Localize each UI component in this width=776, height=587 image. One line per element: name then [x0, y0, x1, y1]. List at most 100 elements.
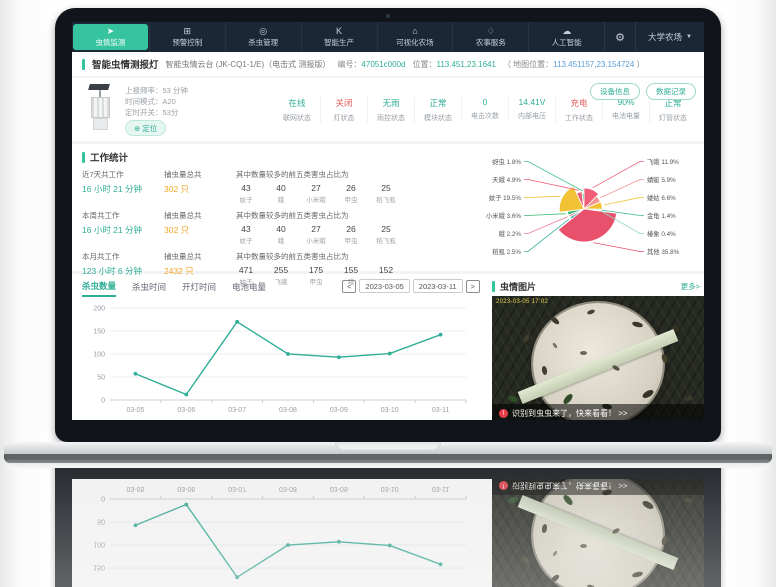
device-status-card: 上报频率：53 分钟 时间模式：A20 定时开关：53分 ⊕ 定位 在线联网状态… — [72, 78, 704, 144]
trap-camera-image[interactable]: 2023-03-05 17:02 ! 识别到虫虫来了，快来看看！ >> 2023… — [492, 296, 704, 420]
status-value: 关闭 — [321, 97, 367, 109]
status-col: 在线联网状态 — [274, 97, 320, 123]
device-title: 智能虫情测报灯 — [92, 57, 159, 71]
pest-photo-panel: 虫情图片 更多> 2023-03-05 17:02 ! 识别到虫虫 — [492, 274, 704, 420]
laptop-base-bottom — [4, 463, 772, 469]
laptop-thumb-notch — [335, 442, 441, 451]
nav-tab-4[interactable]: ⌂可视化农场 — [377, 22, 453, 52]
device-code: 编号：47051c000d — [337, 59, 405, 70]
chart-tab-2[interactable]: 开灯时间 — [182, 281, 216, 296]
chart-tab-0[interactable]: 杀虫数量 — [82, 280, 116, 297]
laptop-groove — [4, 454, 772, 463]
status-col: 0电击次数 — [461, 97, 508, 121]
nav-tab-1[interactable]: ⊞预警控制 — [149, 22, 225, 52]
laptop-reflection: ➤虫情监测⊞预警控制◎杀虫管理K智能生产⌂可视化农场♢农事服务☁人工智能 ⚙ 大… — [50, 468, 726, 587]
device-info: 上报频率：53 分钟 时间模式：A20 定时开关：53分 ⊕ 定位 — [125, 83, 188, 141]
nav-tab-label: 智能生产 — [324, 37, 354, 48]
nav-tab-3[interactable]: K智能生产 — [301, 22, 377, 52]
nav-tab-5[interactable]: ♢农事服务 — [452, 22, 528, 52]
insect-blob — [684, 497, 694, 504]
svg-text:0: 0 — [101, 398, 105, 405]
settings-gear-icon[interactable]: ⚙ — [604, 22, 635, 52]
laptop-base-top — [4, 442, 772, 454]
svg-text:天蛾 4.9%: 天蛾 4.9% — [492, 175, 521, 184]
insect-blob — [580, 351, 587, 355]
svg-text:03-10: 03-10 — [381, 407, 399, 414]
svg-text:03-06: 03-06 — [177, 485, 195, 492]
svg-text:03-09: 03-09 — [330, 485, 348, 492]
svg-text:03-05: 03-05 — [126, 485, 144, 492]
nav-tab-label: 虫情监测 — [95, 37, 125, 48]
svg-text:蛾 2.2%: 蛾 2.2% — [499, 229, 522, 238]
svg-text:150: 150 — [93, 329, 105, 336]
date-from-field[interactable]: 2023-03-05 — [359, 279, 409, 293]
catch-total: 捕虫量总共302 只 — [164, 210, 236, 245]
insect-counts: 43蚊子40蛾27小米蛾26甲虫25稻飞虱 — [236, 224, 478, 245]
svg-text:150: 150 — [93, 564, 105, 571]
device-info-line: 上报频率：53 分钟 — [125, 85, 188, 96]
device-info-line: 定时开关：53分 — [125, 107, 188, 118]
top-insects: 其中数量较多的前五类害虫占比为43蚊子40蛾27小米蛾26甲虫25稻飞虱 — [236, 169, 478, 204]
dashboard-screen: ➤虫情监测⊞预警控制◎杀虫管理K智能生产⌂可视化农场♢农事服务☁人工智能 ⚙ 大… — [72, 479, 704, 587]
alert-icon: ! — [499, 409, 508, 418]
svg-text:稻虱 2.5%: 稻虱 2.5% — [492, 247, 521, 256]
insect-blob — [632, 571, 644, 579]
next-date-button[interactable]: > — [466, 280, 480, 293]
svg-text:其他 35.8%: 其他 35.8% — [647, 247, 680, 256]
device-photo — [86, 84, 116, 130]
insect-count-item: 25稻飞虱 — [376, 183, 396, 204]
pest-pie-chart: 蚜虫 1.8%天蛾 4.9%蚊子 19.5%小米蛾 3.6%蛾 2.2%稻虱 2… — [466, 152, 702, 264]
svg-text:03-10: 03-10 — [381, 485, 399, 492]
user-dropdown[interactable]: 大学农场 ▼ — [635, 22, 704, 52]
insect-count-item: 40蛾 — [271, 224, 291, 245]
status-value: 14.41V — [509, 97, 555, 107]
alert-text[interactable]: 识别到虫虫来了，快来看看！ >> — [512, 408, 628, 419]
svg-text:蚜虫 1.8%: 蚜虫 1.8% — [492, 157, 521, 166]
prev-date-button[interactable]: < — [342, 280, 356, 293]
date-to-field[interactable]: 2023-03-11 — [413, 279, 463, 293]
trap-plate-bar — [518, 495, 679, 570]
svg-text:蚊子 19.5%: 蚊子 19.5% — [489, 193, 522, 202]
svg-text:03-06: 03-06 — [177, 407, 195, 414]
pest-photo-panel: 虫情图片 更多> 2023-03-05 17:02 ! 识别到虫虫 — [492, 479, 704, 587]
nav-tab-icon: K — [336, 26, 342, 36]
locate-button[interactable]: ⊕ 定位 — [125, 120, 166, 136]
work-stat-row: 近7天共工作16 小时 21 分钟捕虫量总共302 只其中数量较多的前五类害虫占… — [82, 169, 478, 204]
device-subtitle: 智能虫情云台 (JK-CQ1-1/E)（电击式 测报版） — [166, 59, 331, 70]
status-col: 14.41V内部电压 — [508, 97, 555, 121]
more-link[interactable]: 更多> — [681, 281, 700, 292]
status-label: 灯状态 — [321, 113, 367, 123]
svg-text:03-07: 03-07 — [228, 485, 246, 492]
svg-text:椿象 0.4%: 椿象 0.4% — [647, 229, 676, 238]
device-info-line: 时间模式：A20 — [125, 96, 188, 107]
laptop-base — [4, 442, 772, 469]
device-body — [91, 97, 110, 118]
nav-tab-2[interactable]: ◎杀虫管理 — [225, 22, 301, 52]
svg-text:金龟 1.4%: 金龟 1.4% — [647, 211, 676, 220]
insect-blob — [552, 550, 558, 557]
status-label: 模块状态 — [415, 113, 461, 123]
top-insects: 其中数量较多的前五类害虫占比为43蚊子40蛾27小米蛾26甲虫25稻飞虱 — [236, 210, 478, 245]
status-value: 无雨 — [368, 97, 414, 109]
nav-tab-0[interactable]: ➤虫情监测 — [73, 24, 148, 50]
status-col: 正常模块状态 — [414, 97, 461, 123]
page: ➤虫情监测⊞预警控制◎杀虫管理K智能生产⌂可视化农场♢农事服务☁人工智能 ⚙ 大… — [0, 0, 776, 587]
photo-panel-title: 虫情图片 — [500, 280, 536, 293]
kill-count-chart-panel: 杀虫数量 杀虫时间 开灯时间 电池电量 < 2023-03-05 2023-03-11… — [72, 274, 484, 420]
work-stats-section: 工作统计 近7天共工作16 小时 21 分钟捕虫量总共302 只其中数量较多的前… — [72, 144, 704, 274]
chart-tab-3[interactable]: 电池电量 — [232, 281, 266, 296]
svg-text:蜻蜓 5.9%: 蜻蜓 5.9% — [647, 175, 676, 184]
trap-camera-image[interactable]: 2023-03-05 17:02 ! 识别到虫虫来了，快来看看！ >> 2023… — [492, 479, 704, 587]
insect-blob — [602, 489, 613, 496]
top-navbar: ➤虫情监测⊞预警控制◎杀虫管理K智能生产⌂可视化农场♢农事服务☁人工智能 ⚙ 大… — [72, 22, 704, 52]
status-col: 关闭灯状态 — [320, 97, 367, 123]
status-value: 0 — [462, 97, 508, 107]
device-info-button[interactable]: 设备信息 — [590, 83, 640, 100]
device-header: 智能虫情测报灯 智能虫情云台 (JK-CQ1-1/E)（电击式 测报版） 编号：… — [72, 52, 704, 78]
data-record-button[interactable]: 数据记录 — [646, 83, 696, 100]
chart-tab-1[interactable]: 杀虫时间 — [132, 281, 166, 296]
insect-blob — [541, 524, 547, 534]
bottom-section: 杀虫数量杀虫时间开灯时间电池电量 < 2023-03-05 2023-03-11… — [72, 479, 704, 587]
alert-text[interactable]: 识别到虫虫来了，快来看看！ >> — [512, 480, 628, 491]
nav-tab-6[interactable]: ☁人工智能 — [528, 22, 604, 52]
